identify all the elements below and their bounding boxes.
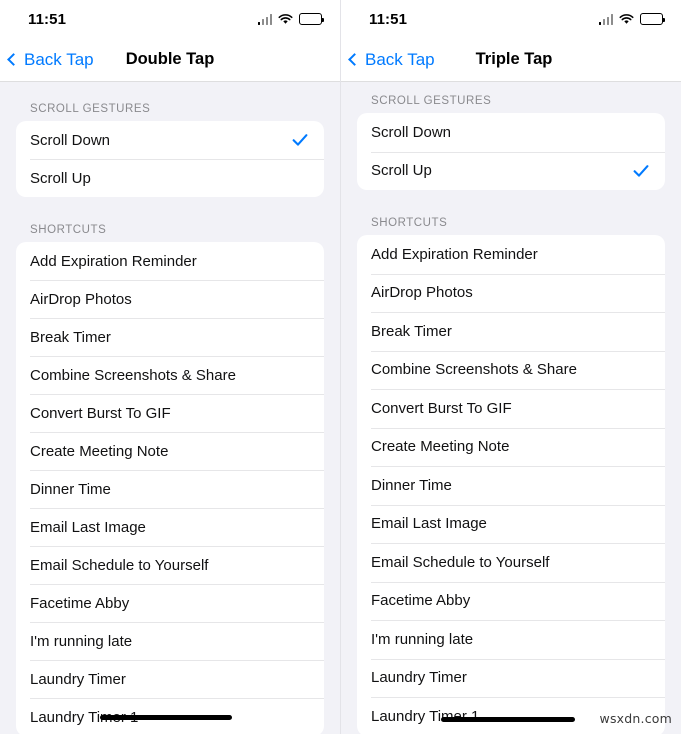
status-bar: 11:51 [0,0,340,38]
section-header-scroll-gestures: SCROLL GESTURES [371,95,492,107]
list-item-label: Facetime Abby [371,592,471,610]
list-item-label: Break Timer [371,322,452,340]
status-time: 11:51 [369,10,408,28]
phone-screen-double-tap: 11:51 Back Tap Double Tap SCROLL GESTURES Sc… [0,0,340,734]
list-item[interactable]: I'm running late [357,620,665,659]
section-header-shortcuts: SHORTCUTS [30,224,107,236]
status-icons [257,13,324,25]
scroll-gestures-card: Scroll Down Scroll Up [16,121,324,197]
list-item[interactable]: Scroll Up [16,159,324,197]
list-item[interactable]: Combine Screenshots & Share [357,350,665,390]
list-item[interactable]: Scroll Down [16,121,324,159]
home-indicator[interactable] [441,717,575,722]
status-icons [598,13,665,25]
list-item-label: Combine Screenshots & Share [371,361,577,379]
nav-bar: Back Tap Triple Tap [341,38,681,82]
list-item-label: Create Meeting Note [371,438,510,456]
section-header-shortcuts: SHORTCUTS [371,217,448,229]
home-indicator[interactable] [100,715,232,720]
watermark: wsxdn.com [599,711,672,726]
status-bar: 11:51 [341,0,681,38]
list-item-label: Email Schedule to Yourself [30,556,209,574]
list-item-label: Combine Screenshots & Share [30,366,236,384]
battery-icon [640,13,665,25]
section-header-scroll-gestures: SCROLL GESTURES [30,103,151,115]
list-item-label: Scroll Down [30,131,111,149]
list-item[interactable]: I'm running late [16,622,324,660]
list-item[interactable]: Convert Burst To GIF [16,394,324,432]
cellular-signal-icon [257,14,272,25]
list-item[interactable]: Break Timer [16,318,324,356]
list-item-label: AirDrop Photos [371,284,473,302]
status-time: 11:51 [28,10,67,28]
phone-screen-triple-tap: 11:51 Back Tap Triple Tap SCROLL GESTURES Sc… [340,0,681,734]
list-item-label: Scroll Down [371,123,452,141]
list-item[interactable]: Laundry Timer [16,660,324,698]
list-item[interactable]: Add Expiration Reminder [16,242,324,280]
list-item[interactable]: Scroll Up [357,151,665,191]
list-item-label: Dinner Time [371,476,452,494]
scroll-gestures-card: Scroll Down Scroll Up [357,113,665,190]
list-item[interactable]: Email Schedule to Yourself [16,546,324,584]
back-button[interactable]: Back Tap [341,50,435,70]
list-item[interactable]: Convert Burst To GIF [357,389,665,428]
nav-bar: Back Tap Double Tap [0,38,340,82]
list-item[interactable]: Scroll Down [357,113,665,152]
battery-icon [299,13,324,25]
list-item-label: Email Last Image [30,518,146,536]
list-item-label: Laundry Timer [371,669,467,687]
list-item[interactable]: Dinner Time [16,470,324,508]
list-item[interactable]: AirDrop Photos [16,280,324,318]
list-item[interactable]: Facetime Abby [357,581,665,621]
list-item-label: AirDrop Photos [30,290,132,308]
dual-screenshot-stage: 11:51 Back Tap Double Tap SCROLL GESTURES Sc… [0,0,681,734]
wifi-icon [278,13,293,25]
list-item-label: Convert Burst To GIF [30,404,171,422]
back-button[interactable]: Back Tap [0,50,94,70]
checkmark-icon [292,132,308,148]
list-item[interactable]: Facetime Abby [16,584,324,622]
chevron-left-icon [348,53,361,66]
list-item[interactable]: Create Meeting Note [357,427,665,467]
list-item[interactable]: Add Expiration Reminder [357,235,665,274]
settings-content: SCROLL GESTURES Scroll Down Scroll Up SHORT… [0,82,340,734]
list-item[interactable]: Email Schedule to Yourself [357,543,665,582]
chevron-left-icon [7,53,20,66]
list-item-label: Laundry Timer [30,670,126,688]
cellular-signal-icon [598,14,613,25]
list-item-label: I'm running late [371,630,474,648]
list-item[interactable]: Dinner Time [357,466,665,505]
back-button-label: Back Tap [24,49,94,69]
list-item[interactable]: Email Last Image [357,504,665,544]
wifi-icon [619,13,634,25]
list-item-label: Break Timer [30,328,111,346]
list-item-label: I'm running late [30,632,133,650]
back-button-label: Back Tap [365,49,435,69]
checkmark-icon [633,163,649,179]
list-item[interactable]: Create Meeting Note [16,432,324,470]
list-item-label: Convert Burst To GIF [371,399,512,417]
list-item-label: Add Expiration Reminder [371,245,538,263]
list-item[interactable]: Combine Screenshots & Share [16,356,324,394]
list-item-label: Add Expiration Reminder [30,252,197,270]
list-item-label: Scroll Up [30,169,91,187]
list-item[interactable]: Laundry Timer [357,658,665,698]
list-item-label: Dinner Time [30,480,111,498]
list-item-label: Email Last Image [371,515,487,533]
shortcuts-card: Add Expiration Reminder AirDrop Photos Bre… [357,235,665,734]
list-item-label: Scroll Up [371,162,432,180]
settings-content: SCROLL GESTURES Scroll Down Scroll Up SHORT… [341,82,681,734]
list-item[interactable]: Break Timer [357,312,665,351]
list-item-label: Facetime Abby [30,594,130,612]
list-item[interactable]: AirDrop Photos [357,273,665,313]
list-item[interactable]: Email Last Image [16,508,324,546]
list-item-label: Email Schedule to Yourself [371,553,550,571]
list-item-label: Create Meeting Note [30,442,169,460]
shortcuts-card: Add Expiration Reminder AirDrop Photos Bre… [16,242,324,734]
